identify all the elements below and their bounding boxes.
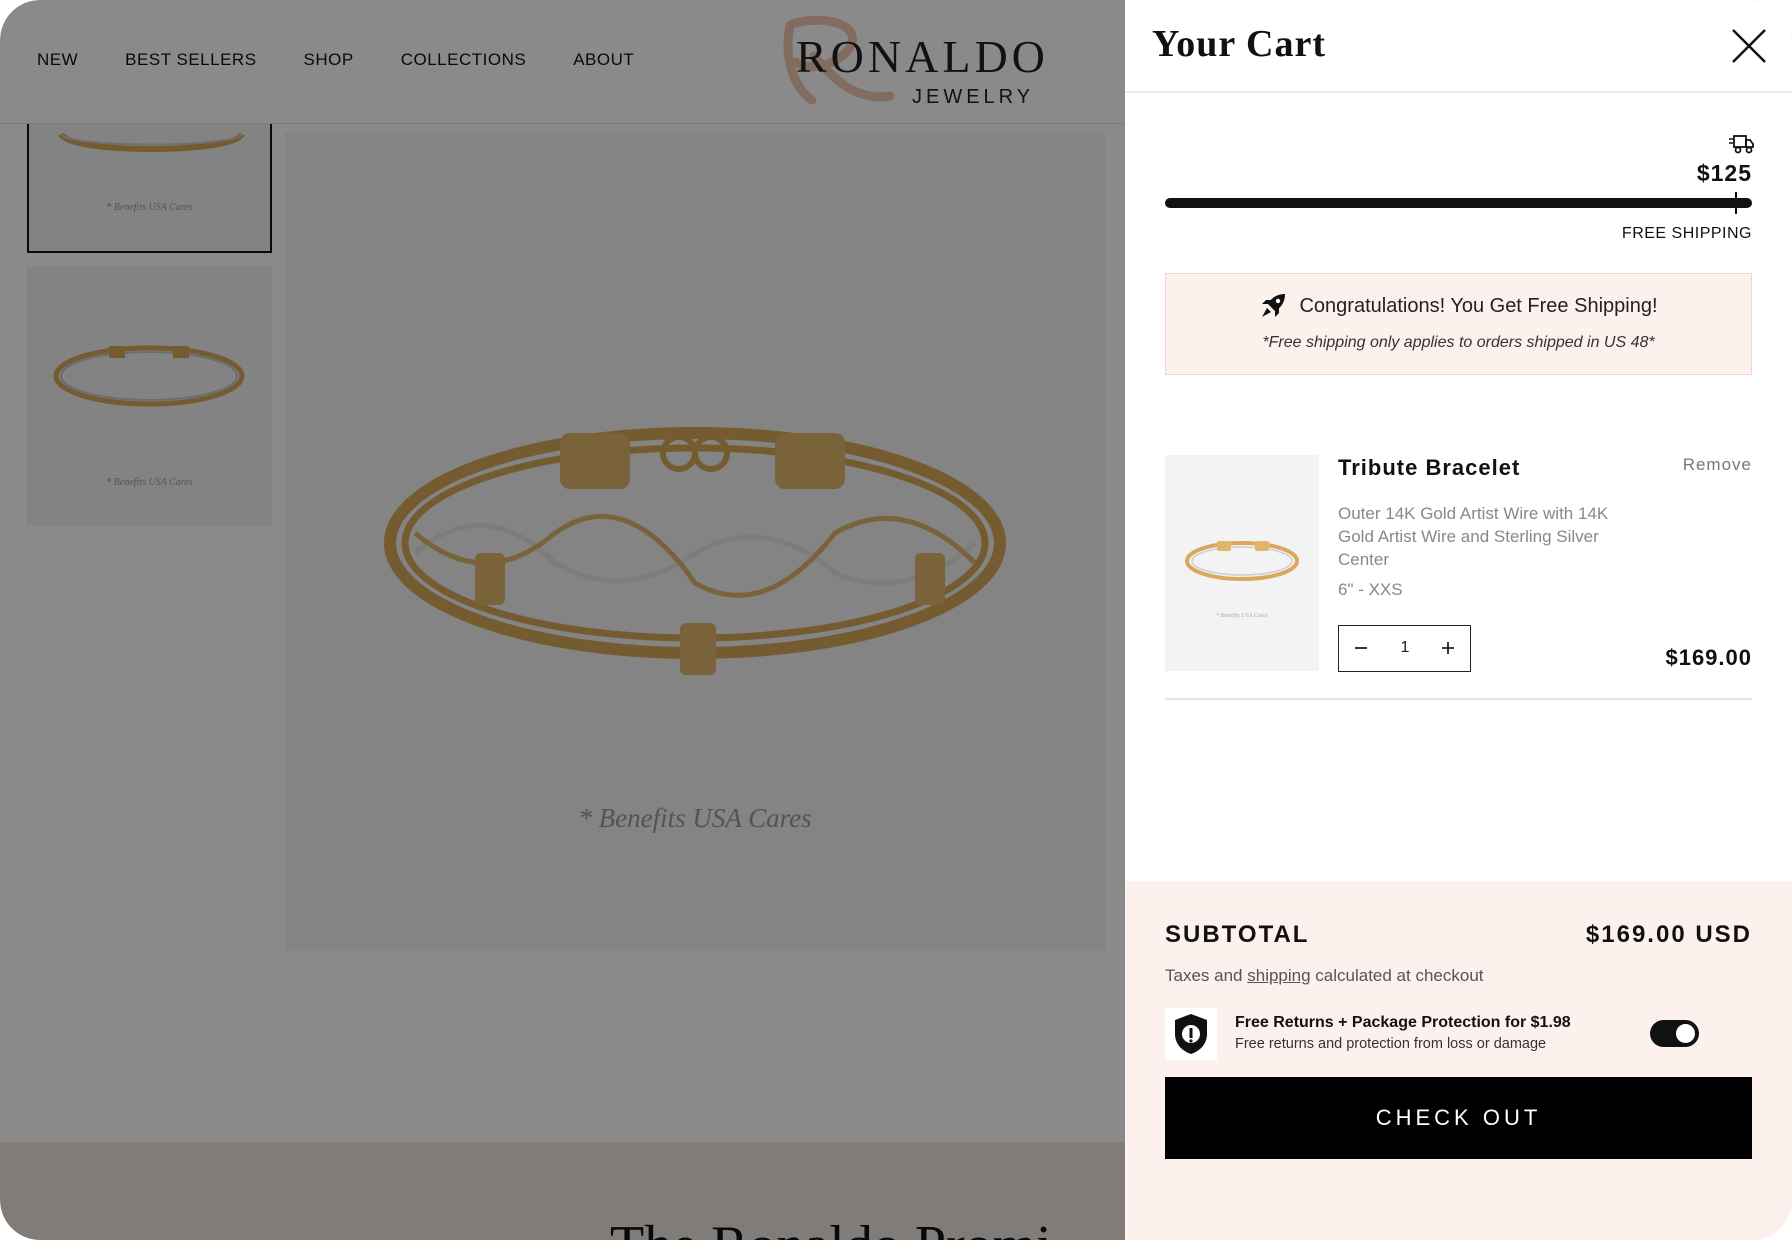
progress-threshold-marker (1735, 192, 1737, 214)
toggle-knob (1676, 1024, 1695, 1043)
cart-line-item: * Benefits USA Cares Tribute Bracelet Re… (1165, 455, 1752, 700)
protection-toggle[interactable] (1650, 1020, 1699, 1047)
free-shipping-threshold: $125 (1696, 160, 1752, 186)
remove-item-button[interactable]: Remove (1683, 455, 1752, 475)
item-image-caption: * Benefits USA Cares (1216, 613, 1268, 619)
cart-item-image[interactable]: * Benefits USA Cares (1165, 455, 1319, 671)
shield-icon-box (1165, 1008, 1217, 1060)
item-variant: 6" - XXS (1338, 580, 1403, 599)
tax-note: Taxes and shipping calculated at checkou… (1165, 966, 1484, 986)
quantity-input[interactable] (1383, 626, 1427, 670)
progress-bar-fill (1165, 198, 1752, 208)
item-name[interactable]: Tribute Bracelet (1338, 455, 1520, 481)
cart-drawer: Your Cart $125 FREE SHIPPING Congratulat… (1125, 0, 1792, 1240)
shipping-note: *Free shipping only applies to orders sh… (1262, 334, 1655, 351)
close-icon[interactable] (1729, 26, 1769, 66)
package-protection-row: Free Returns + Package Protection for $1… (1165, 1006, 1752, 1061)
subtotal-label: SUBTOTAL (1165, 921, 1310, 948)
free-shipping-label: FREE SHIPPING (1621, 225, 1752, 242)
tax-note-prefix: Taxes and (1165, 966, 1248, 985)
quantity-stepper (1338, 625, 1471, 672)
tax-note-suffix: calculated at checkout (1310, 966, 1484, 985)
quantity-increase-button[interactable] (1426, 626, 1470, 670)
bracelet-item-image (1185, 541, 1299, 581)
protection-title: Free Returns + Package Protection for $1… (1235, 1014, 1571, 1031)
delivery-truck-icon (1729, 135, 1754, 154)
subtotal-value: $169.00 USD (1585, 921, 1752, 948)
cart-title: Your Cart (1152, 23, 1327, 65)
free-shipping-banner: Congratulations! You Get Free Shipping! … (1165, 273, 1752, 375)
protection-subtitle: Free returns and protection from loss or… (1235, 1036, 1547, 1052)
congrats-row: Congratulations! You Get Free Shipping! (1166, 292, 1751, 320)
shield-icon (1175, 1014, 1207, 1054)
shipping-policy-link[interactable]: shipping (1247, 966, 1310, 985)
plus-icon (1442, 642, 1454, 654)
cart-header: Your Cart (1125, 0, 1792, 93)
rocket-icon (1262, 294, 1286, 317)
free-shipping-progress-bar (1165, 198, 1752, 208)
minus-icon (1355, 647, 1367, 649)
checkout-button[interactable]: CHECK OUT (1165, 1077, 1752, 1159)
congrats-message: Congratulations! You Get Free Shipping! (1299, 294, 1658, 317)
item-description: Outer 14K Gold Artist Wire with 14K Gold… (1338, 504, 1609, 569)
quantity-decrease-button[interactable] (1339, 626, 1383, 670)
item-price: $169.00 (1665, 645, 1752, 670)
cart-footer: SUBTOTAL $169.00 USD Taxes and shipping … (1125, 881, 1792, 1240)
